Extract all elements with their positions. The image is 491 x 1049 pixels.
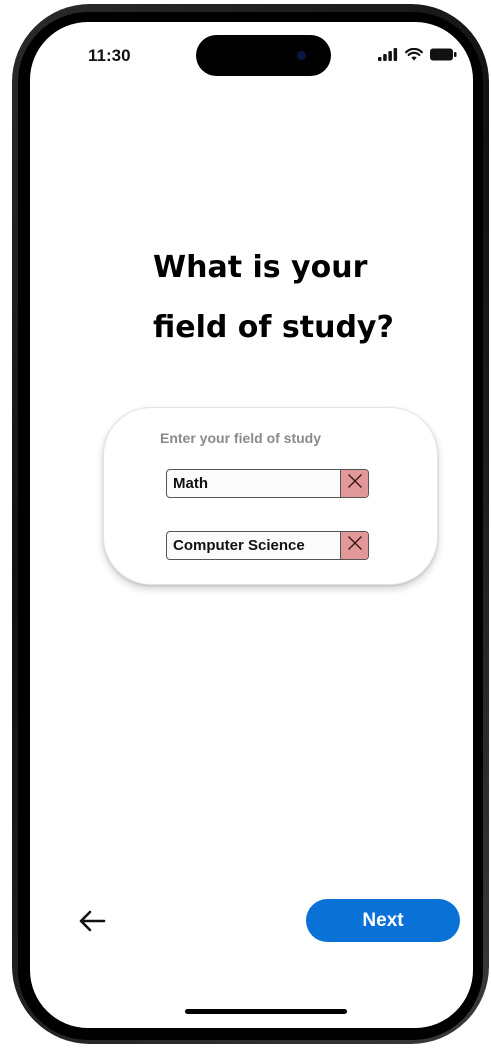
close-icon — [347, 473, 363, 494]
field-entry[interactable]: Math — [166, 469, 369, 498]
signal-icon — [378, 48, 398, 66]
battery-icon — [430, 48, 457, 66]
dynamic-island — [196, 35, 331, 76]
arrow-left-icon — [78, 910, 106, 937]
question-title-line-2: field of study? — [153, 310, 394, 345]
question-title-line-1: What is your — [153, 250, 368, 285]
close-icon — [347, 535, 363, 556]
remove-entry-button[interactable] — [340, 470, 368, 497]
status-time: 11:30 — [88, 46, 131, 65]
status-icons — [378, 47, 457, 66]
next-button[interactable]: Next — [306, 899, 460, 942]
home-indicator[interactable] — [185, 1009, 347, 1014]
field-of-study-label: Enter your field of study — [160, 430, 322, 446]
field-entry-text[interactable]: Computer Science — [167, 532, 340, 559]
remove-entry-button[interactable] — [340, 532, 368, 559]
field-of-study-card: Enter your field of study Math Computer … — [103, 407, 438, 585]
back-button[interactable] — [76, 907, 108, 939]
wifi-icon — [405, 47, 423, 66]
field-entry-text[interactable]: Math — [167, 470, 340, 497]
field-entry[interactable]: Computer Science — [166, 531, 369, 560]
phone-screen: 11:30 What is your field of study? Enter… — [30, 22, 473, 1028]
camera-icon — [297, 51, 306, 60]
